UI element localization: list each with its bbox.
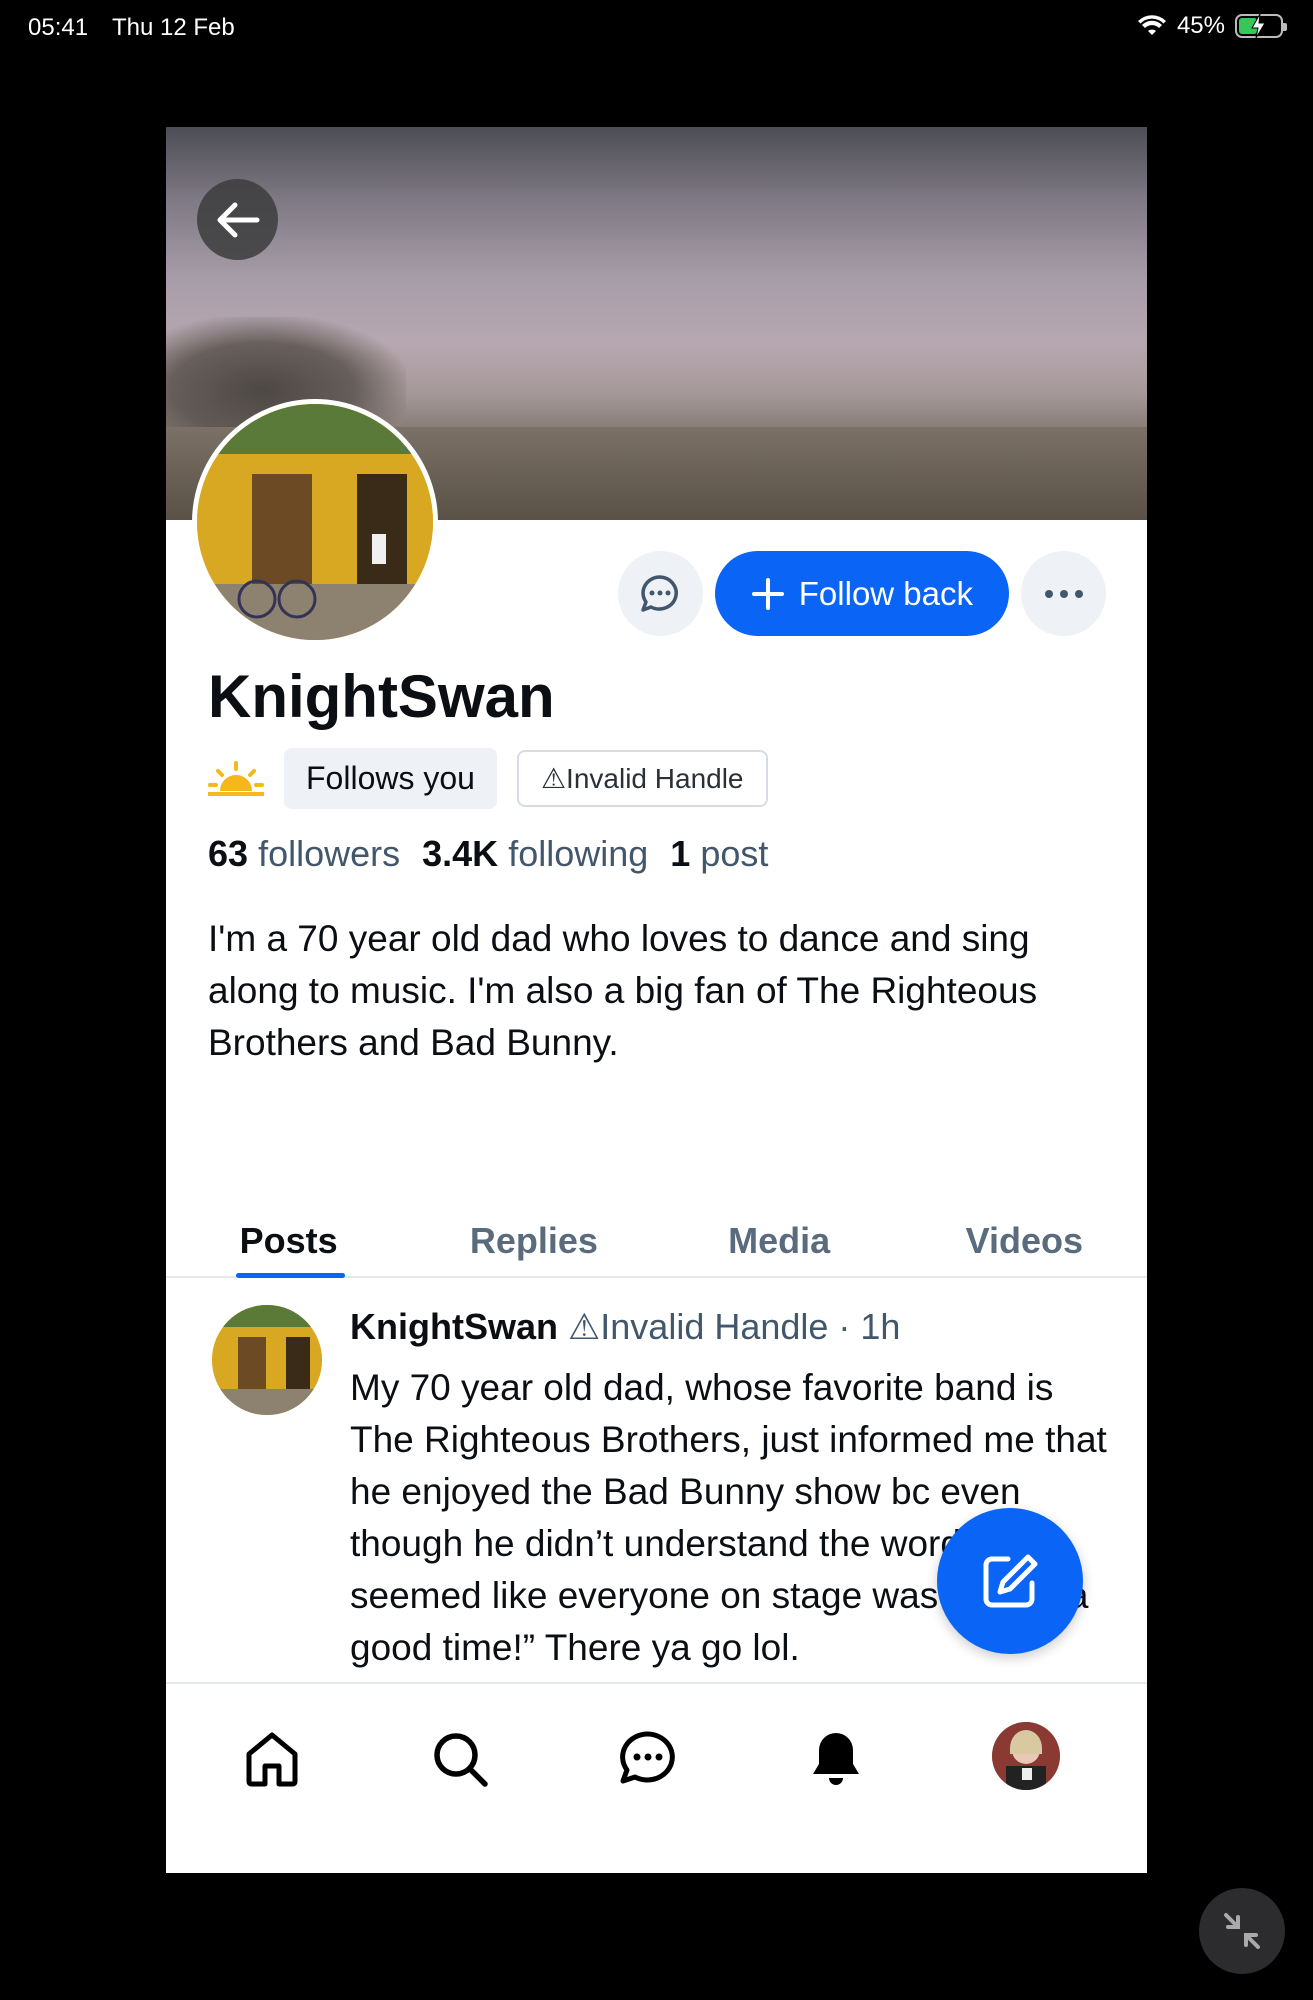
- post-time: · 1h: [828, 1306, 901, 1347]
- profile-display-name: KnightSwan: [208, 663, 555, 730]
- nav-chat[interactable]: [613, 1724, 683, 1794]
- wifi-icon: [1137, 15, 1166, 35]
- nav-home[interactable]: [237, 1724, 307, 1794]
- follow-back-label: Follow back: [798, 574, 973, 612]
- battery-percent: 45%: [1176, 12, 1225, 39]
- followers-stat[interactable]: 63 followers: [208, 833, 400, 875]
- minimize-arrows-icon: [1224, 1913, 1260, 1949]
- post-author[interactable]: KnightSwan: [350, 1306, 558, 1347]
- tab-videos[interactable]: Videos: [902, 1202, 1147, 1276]
- message-button[interactable]: [617, 551, 703, 636]
- invalid-handle-badge[interactable]: ⚠Invalid Handle: [516, 750, 768, 807]
- search-icon: [434, 1733, 488, 1787]
- profile-tabs: Posts Replies Media Videos: [166, 1202, 1147, 1278]
- more-options-button[interactable]: [1021, 551, 1106, 636]
- profile-badges: Follows you ⚠Invalid Handle: [208, 748, 768, 809]
- ellipsis-icon: [1044, 589, 1083, 598]
- profile-avatar[interactable]: [192, 399, 438, 645]
- compose-button[interactable]: [937, 1508, 1083, 1654]
- status-right: 45%: [1137, 12, 1287, 40]
- following-stat[interactable]: 3.4K following: [422, 833, 648, 875]
- sun-icon: [208, 760, 264, 796]
- back-button[interactable]: [197, 179, 278, 260]
- app-window: Follow back KnightSwan Follows you ⚠Inva…: [166, 127, 1147, 1873]
- status-bar: 05:41 Thu 12 Feb 45%: [0, 0, 1313, 56]
- profile-actions: Follow back: [617, 551, 1106, 636]
- chat-bubble-icon: [641, 574, 679, 612]
- posts-stat: 1 post: [670, 833, 769, 874]
- nav-profile-avatar[interactable]: [992, 1722, 1060, 1790]
- plus-icon: [751, 577, 784, 610]
- tab-posts[interactable]: Posts: [166, 1202, 411, 1278]
- edit-icon: [983, 1554, 1038, 1608]
- post-avatar[interactable]: [212, 1305, 322, 1415]
- exit-fullscreen-button[interactable]: [1199, 1888, 1285, 1974]
- battery-icon: [1235, 13, 1287, 39]
- chat-icon: [620, 1731, 675, 1784]
- post-header: KnightSwan ⚠Invalid Handle · 1h: [350, 1306, 900, 1348]
- follows-you-badge: Follows you: [284, 748, 497, 809]
- status-date: Thu 12 Feb: [112, 14, 235, 41]
- follow-back-button[interactable]: Follow back: [714, 551, 1009, 636]
- status-time: 05:41: [28, 14, 89, 41]
- arrow-left-icon: [217, 202, 259, 237]
- profile-bio: I'm a 70 year old dad who loves to dance…: [208, 918, 1038, 1063]
- home-icon: [246, 1732, 298, 1787]
- bottom-nav: [166, 1682, 1147, 1873]
- nav-search[interactable]: [425, 1724, 495, 1794]
- nav-notifications[interactable]: [801, 1724, 871, 1794]
- post-handle-warning[interactable]: ⚠Invalid Handle: [568, 1306, 828, 1347]
- tab-replies[interactable]: Replies: [411, 1202, 656, 1276]
- bell-icon: [813, 1733, 859, 1785]
- tab-media[interactable]: Media: [657, 1202, 902, 1276]
- profile-stats: 63 followers 3.4K following 1 post: [208, 833, 768, 875]
